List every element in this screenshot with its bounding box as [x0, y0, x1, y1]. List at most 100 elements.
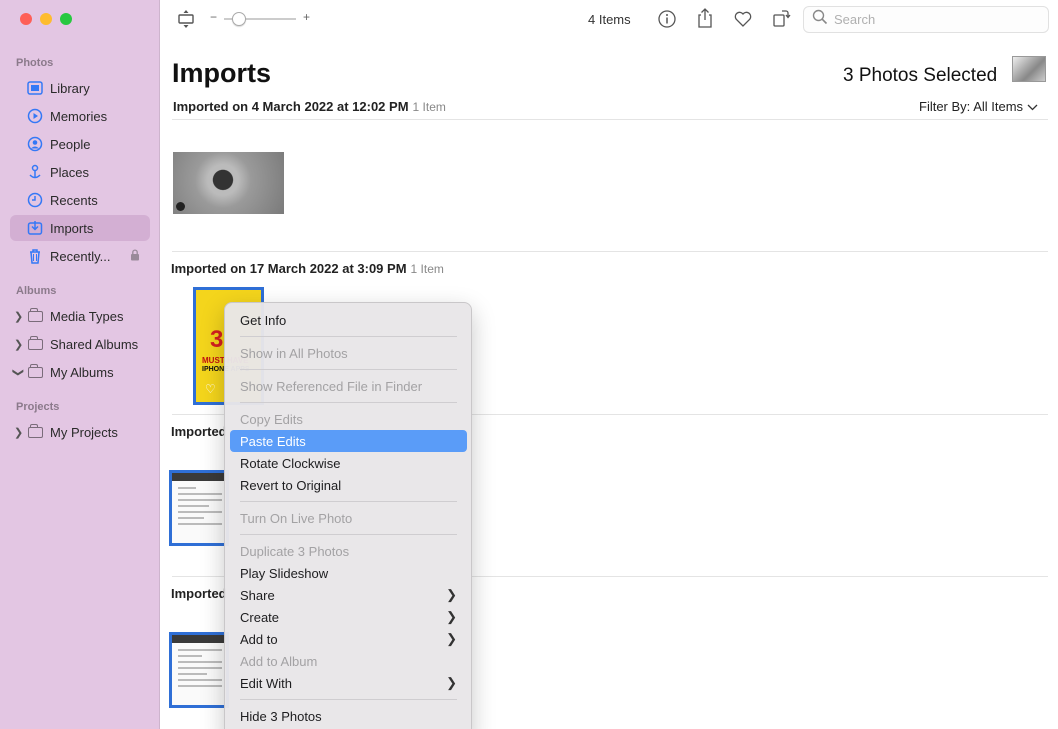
submenu-chevron-icon: ❯ [446, 631, 457, 646]
minimize-window-button[interactable] [40, 13, 52, 25]
menu-item-get-info[interactable]: Get Info [230, 309, 467, 331]
places-icon [26, 163, 44, 181]
page-title: Imports [172, 58, 272, 88]
import-date: Imported on 17 March 2022 at 3:09 PM [171, 261, 407, 276]
filter-value: All Items [973, 99, 1024, 114]
menu-item-label: Copy Edits [240, 411, 303, 427]
sidebar-item-recents[interactable]: Recents [10, 187, 150, 213]
sidebar-item-media-types[interactable]: ❯ Media Types [10, 303, 150, 329]
zoom-slider[interactable]: − + [210, 10, 310, 28]
recents-icon [26, 191, 44, 209]
section-title-albums: Albums [16, 285, 57, 297]
zoom-in-icon[interactable]: + [303, 10, 310, 24]
menu-item-label: Rotate Clockwise [240, 455, 341, 471]
sidebar-item-label: Shared Albums [50, 336, 139, 352]
context-menu: Get Info Show in All Photos Show Referen… [224, 302, 472, 729]
doc-lines [178, 649, 222, 691]
import-count: 1 Item [410, 262, 444, 276]
section-title-photos: Photos [16, 57, 54, 69]
menu-item-rotate-clockwise[interactable]: Rotate Clockwise [230, 452, 467, 474]
people-icon [26, 135, 44, 153]
folder-icon [26, 363, 44, 381]
info-icon[interactable] [657, 9, 677, 29]
divider [172, 119, 1048, 120]
menu-item-label: Get Info [240, 312, 287, 328]
item-count: 4 Items [588, 12, 631, 27]
sidebar-item-places[interactable]: Places [10, 159, 150, 185]
folder-icon [26, 423, 44, 441]
sidebar-item-label: My Projects [50, 424, 118, 440]
sidebar-item-label: People [50, 136, 91, 152]
sidebar-item-label: Media Types [50, 308, 124, 324]
thumb-number: 3 [210, 326, 224, 353]
sidebar-item-my-albums[interactable]: ❯ My Albums [10, 359, 150, 385]
menu-item-paste-edits[interactable]: Paste Edits [230, 430, 467, 452]
zoom-out-icon[interactable]: − [210, 10, 217, 24]
photo-thumbnail-selected[interactable] [169, 632, 229, 708]
sidebar-item-library[interactable]: Library [10, 75, 150, 101]
divider [172, 251, 1048, 252]
favorite-heart-icon[interactable] [733, 9, 753, 29]
close-window-button[interactable] [20, 13, 32, 25]
window-controls [20, 13, 72, 25]
menu-item-label: Show in All Photos [240, 345, 348, 361]
menu-item-revert-to-original[interactable]: Revert to Original [230, 474, 467, 496]
filter-menu[interactable]: Filter By: All Items [919, 99, 1038, 114]
chevron-right-icon[interactable]: ❯ [14, 338, 23, 351]
menu-item-duplicate: Duplicate 3 Photos [230, 540, 467, 562]
memories-icon [26, 107, 44, 125]
search-field[interactable] [803, 6, 1049, 33]
menu-item-hide-photos[interactable]: Hide 3 Photos [230, 705, 467, 727]
folder-icon [26, 307, 44, 325]
sidebar-item-label: Places [50, 164, 90, 180]
photo-thumbnail-selected[interactable] [169, 470, 229, 546]
menu-separator [240, 369, 457, 370]
sidebar-item-label: Imports [50, 220, 94, 236]
zoom-window-button[interactable] [60, 13, 72, 25]
share-icon[interactable] [695, 7, 715, 29]
chevron-right-icon[interactable]: ❯ [14, 310, 23, 323]
menu-separator [240, 699, 457, 700]
menu-item-play-slideshow[interactable]: Play Slideshow [230, 562, 467, 584]
menu-item-label: Edit With [240, 675, 293, 691]
submenu-chevron-icon: ❯ [446, 587, 457, 602]
sidebar-item-memories[interactable]: Memories [10, 103, 150, 129]
doc-header [172, 473, 226, 481]
filter-label: Filter By: [919, 99, 971, 114]
menu-item-label: Play Slideshow [240, 565, 329, 581]
selection-count: 3 Photos Selected [843, 65, 998, 86]
menu-item-edit-with[interactable]: Edit With ❯ [230, 672, 467, 694]
sidebar-item-recently-deleted[interactable]: Recently... [10, 243, 150, 269]
chevron-right-icon[interactable]: ❯ [14, 426, 23, 439]
slideshow-view-icon[interactable] [176, 9, 196, 29]
sidebar-item-people[interactable]: People [10, 131, 150, 157]
sidebar-item-my-projects[interactable]: ❯ My Projects [10, 419, 150, 445]
menu-item-create[interactable]: Create ❯ [230, 606, 467, 628]
import-count: 1 Item [412, 100, 446, 114]
chevron-down-icon [1027, 99, 1038, 114]
menu-item-label: Create [240, 609, 280, 625]
menu-item-add-to[interactable]: Add to ❯ [230, 628, 467, 650]
menu-item-show-in-all-photos: Show in All Photos [230, 342, 467, 364]
menu-item-copy-edits: Copy Edits [230, 408, 467, 430]
photo-thumbnail[interactable] [173, 152, 284, 214]
submenu-chevron-icon: ❯ [446, 609, 457, 624]
menu-item-turn-on-live-photo: Turn On Live Photo [230, 507, 467, 529]
lock-icon [130, 248, 140, 264]
chevron-down-icon[interactable]: ❯ [12, 367, 25, 376]
rotate-icon[interactable] [771, 8, 791, 28]
search-input[interactable] [834, 12, 1034, 27]
menu-item-label: Share [240, 587, 275, 603]
import-date: Imported [171, 586, 227, 601]
menu-item-add-to-album: Add to Album [230, 650, 467, 672]
sidebar-item-label: Library [50, 80, 90, 96]
menu-item-show-referenced-file: Show Referenced File in Finder [230, 375, 467, 397]
menu-separator [240, 402, 457, 403]
zoom-knob[interactable] [232, 12, 246, 26]
menu-item-share[interactable]: Share ❯ [230, 584, 467, 606]
submenu-chevron-icon: ❯ [446, 675, 457, 690]
sidebar-item-imports[interactable]: Imports [10, 215, 150, 241]
sidebar-item-label: Recents [50, 192, 98, 208]
import-group-header: Imported [171, 424, 227, 439]
sidebar-item-shared-albums[interactable]: ❯ Shared Albums [10, 331, 150, 357]
